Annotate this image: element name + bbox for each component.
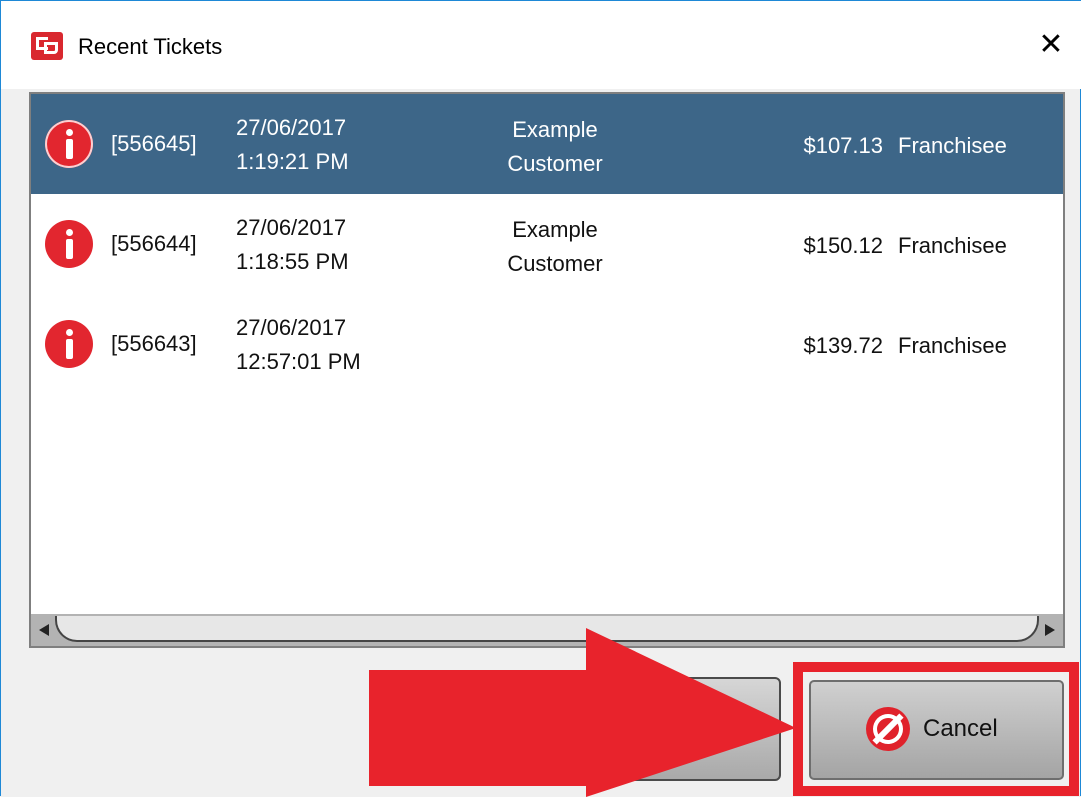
ticket-id: [556643] [111, 331, 197, 356]
highlight-frame [793, 662, 1079, 796]
ticket-role: Franchisee [898, 233, 1007, 258]
scroll-right-icon[interactable] [1045, 624, 1055, 636]
horizontal-scrollbar[interactable] [31, 614, 1063, 646]
ticket-date: 27/06/2017 [236, 215, 347, 240]
ticket-amount: $107.13 [803, 133, 883, 158]
scrollbar-thumb[interactable] [55, 616, 1039, 642]
ticket-row[interactable]: [556645] 27/06/2017 1:19:21 PM Example C… [31, 94, 1063, 194]
ticket-customer-line1: Example [512, 217, 598, 242]
ticket-id: [556644] [111, 231, 197, 256]
title-bar: Recent Tickets ✕ [1, 1, 1081, 89]
ticket-customer-line2: Customer [507, 151, 603, 176]
ticket-role: Franchisee [898, 133, 1007, 158]
ticket-row[interactable]: [556644] 27/06/2017 1:18:55 PM Example C… [31, 194, 1063, 294]
info-icon [45, 120, 93, 168]
open-button[interactable] [567, 677, 781, 781]
ticket-amount: $139.72 [803, 333, 883, 358]
tickets-list: [556645] 27/06/2017 1:19:21 PM Example C… [29, 92, 1065, 648]
ticket-id: [556645] [111, 131, 197, 156]
info-icon [45, 320, 93, 368]
ticket-row[interactable]: [556643] 27/06/2017 12:57:01 PM $139.72 … [31, 294, 1063, 394]
ticket-role: Franchisee [898, 333, 1007, 358]
scroll-left-icon[interactable] [39, 624, 49, 636]
ticket-time: 1:18:55 PM [236, 249, 349, 274]
ticket-customer-line2: Customer [507, 251, 603, 276]
close-button[interactable]: ✕ [1031, 25, 1071, 65]
window-title: Recent Tickets [78, 34, 223, 59]
ticket-time: 12:57:01 PM [236, 349, 361, 374]
recent-tickets-dialog: Recent Tickets ✕ [556645] 27/06/2017 1:1… [0, 0, 1081, 797]
ticket-date: 27/06/2017 [236, 315, 347, 340]
ticket-time: 1:19:21 PM [236, 149, 349, 174]
ticket-customer-line1: Example [512, 117, 598, 142]
app-logo-icon [31, 32, 63, 60]
info-icon [45, 220, 93, 268]
ticket-date: 27/06/2017 [236, 115, 347, 140]
ticket-amount: $150.12 [803, 233, 883, 258]
